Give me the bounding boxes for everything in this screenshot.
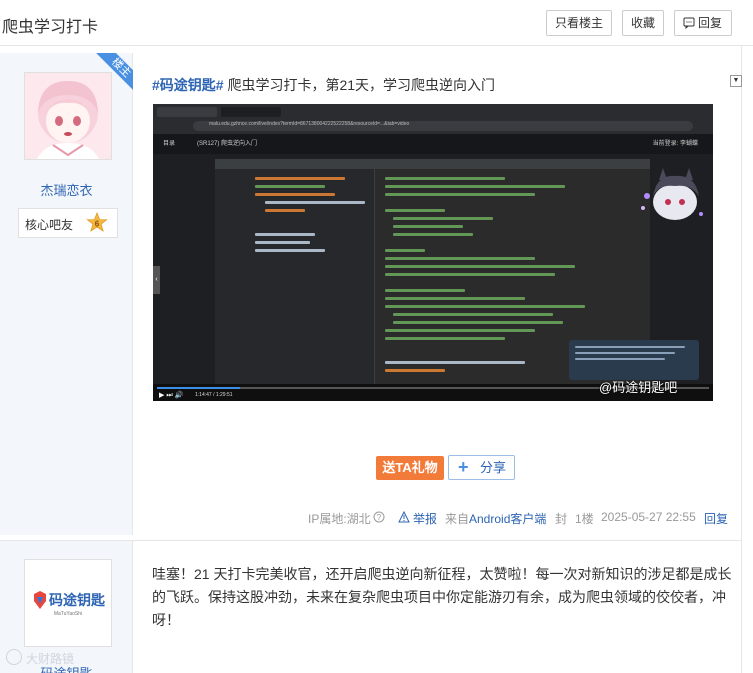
chibi-character-image	[641, 168, 703, 220]
post-reply-link[interactable]: 回复	[704, 510, 728, 527]
post2-text: 哇塞！21 天打卡完美收官，还开启爬虫逆向新征程，太赞啦！每一次对新知识的涉足都…	[152, 566, 732, 628]
post-time: 2025-05-27 22:55	[601, 510, 696, 524]
post1-text: #码途钥匙# 爬虫学习打卡，第21天，学习爬虫逆向入门	[152, 75, 495, 95]
report-link[interactable]: 举报	[413, 510, 437, 527]
video-nav-right: 当前登录: 李蝴蝶	[652, 141, 698, 147]
floor-number: 1楼	[575, 512, 594, 526]
reply-button[interactable]: 回复	[674, 10, 732, 36]
video-time: 1:14:47 / 1:29:51	[195, 392, 233, 398]
logo-title: 码途钥匙	[49, 591, 105, 608]
ip-location: IP属地:湖北	[308, 512, 371, 526]
brand-logo: 码途钥匙	[31, 590, 105, 610]
warning-icon[interactable]	[398, 511, 410, 523]
share-button[interactable]: + 分享	[448, 455, 515, 480]
post1-body: 爬虫学习打卡，第21天，学习爬虫逆向入门	[223, 77, 496, 93]
video-watermark: @码途钥匙吧	[599, 380, 678, 395]
seal-label: 封	[555, 512, 568, 526]
page-watermark: 大财路镜	[26, 652, 75, 666]
post1-username[interactable]: 杰瑞恋衣	[0, 180, 133, 199]
thread-header: 爬虫学习打卡 只看楼主 收藏 回复	[0, 0, 753, 46]
right-border	[741, 46, 742, 673]
avatar[interactable]	[24, 72, 112, 160]
only-op-button[interactable]: 只看楼主	[546, 10, 612, 36]
video-prev-arrow-icon[interactable]: ‹	[153, 266, 160, 294]
reply-button-label: 回复	[697, 16, 722, 30]
share-label: 分享	[480, 460, 507, 475]
level-number: 6	[95, 220, 100, 229]
favorite-button[interactable]: 收藏	[622, 10, 664, 36]
watermark-logo-icon	[6, 649, 22, 665]
from-prefix: 来自	[445, 512, 470, 526]
post1-author-panel: 楼主 杰瑞恋衣 核心吧友 6	[0, 53, 133, 535]
thread-title: 爬虫学习打卡	[2, 19, 99, 36]
key-logo-icon	[34, 590, 46, 609]
video-course-nav: 目录 (SR127) 爬虫逆向入门 当前登录: 李蝴蝶	[153, 134, 713, 154]
comment-icon	[683, 17, 695, 29]
help-icon[interactable]: ?	[373, 511, 385, 523]
avatar[interactable]: 码途钥匙 MaTuYaoShi	[24, 559, 112, 647]
client-link[interactable]: Android客户端	[469, 510, 546, 527]
svg-text:?: ?	[377, 513, 382, 522]
notification-popup	[569, 340, 699, 380]
anime-avatar-image	[25, 73, 111, 159]
video-url: malu.edu.gzhnce.com/live/index?termId=86…	[209, 121, 410, 127]
share-plus-icon: +	[458, 457, 469, 477]
level-star-icon: 6	[86, 212, 108, 232]
send-gift-button[interactable]: 送TA礼物	[376, 456, 444, 480]
member-badge[interactable]: 核心吧友 6	[18, 208, 118, 238]
video-nav-left: 目录	[163, 141, 176, 147]
post-menu-chevron-icon[interactable]: ▼	[730, 75, 742, 87]
video-browser-bar: malu.edu.gzhnce.com/live/index?termId=86…	[153, 104, 713, 134]
play-icon[interactable]: ▶ ⏭ 🔊	[159, 392, 183, 400]
badge-label: 核心吧友	[25, 218, 74, 232]
topic-tag[interactable]: #码途钥匙#	[152, 77, 224, 93]
logo-subtitle: MaTuYaoShi	[53, 610, 83, 617]
video-screenshot[interactable]: malu.edu.gzhnce.com/live/index?termId=86…	[153, 104, 713, 401]
video-nav-title: (SR127) 爬虫逆向入门	[197, 141, 258, 147]
